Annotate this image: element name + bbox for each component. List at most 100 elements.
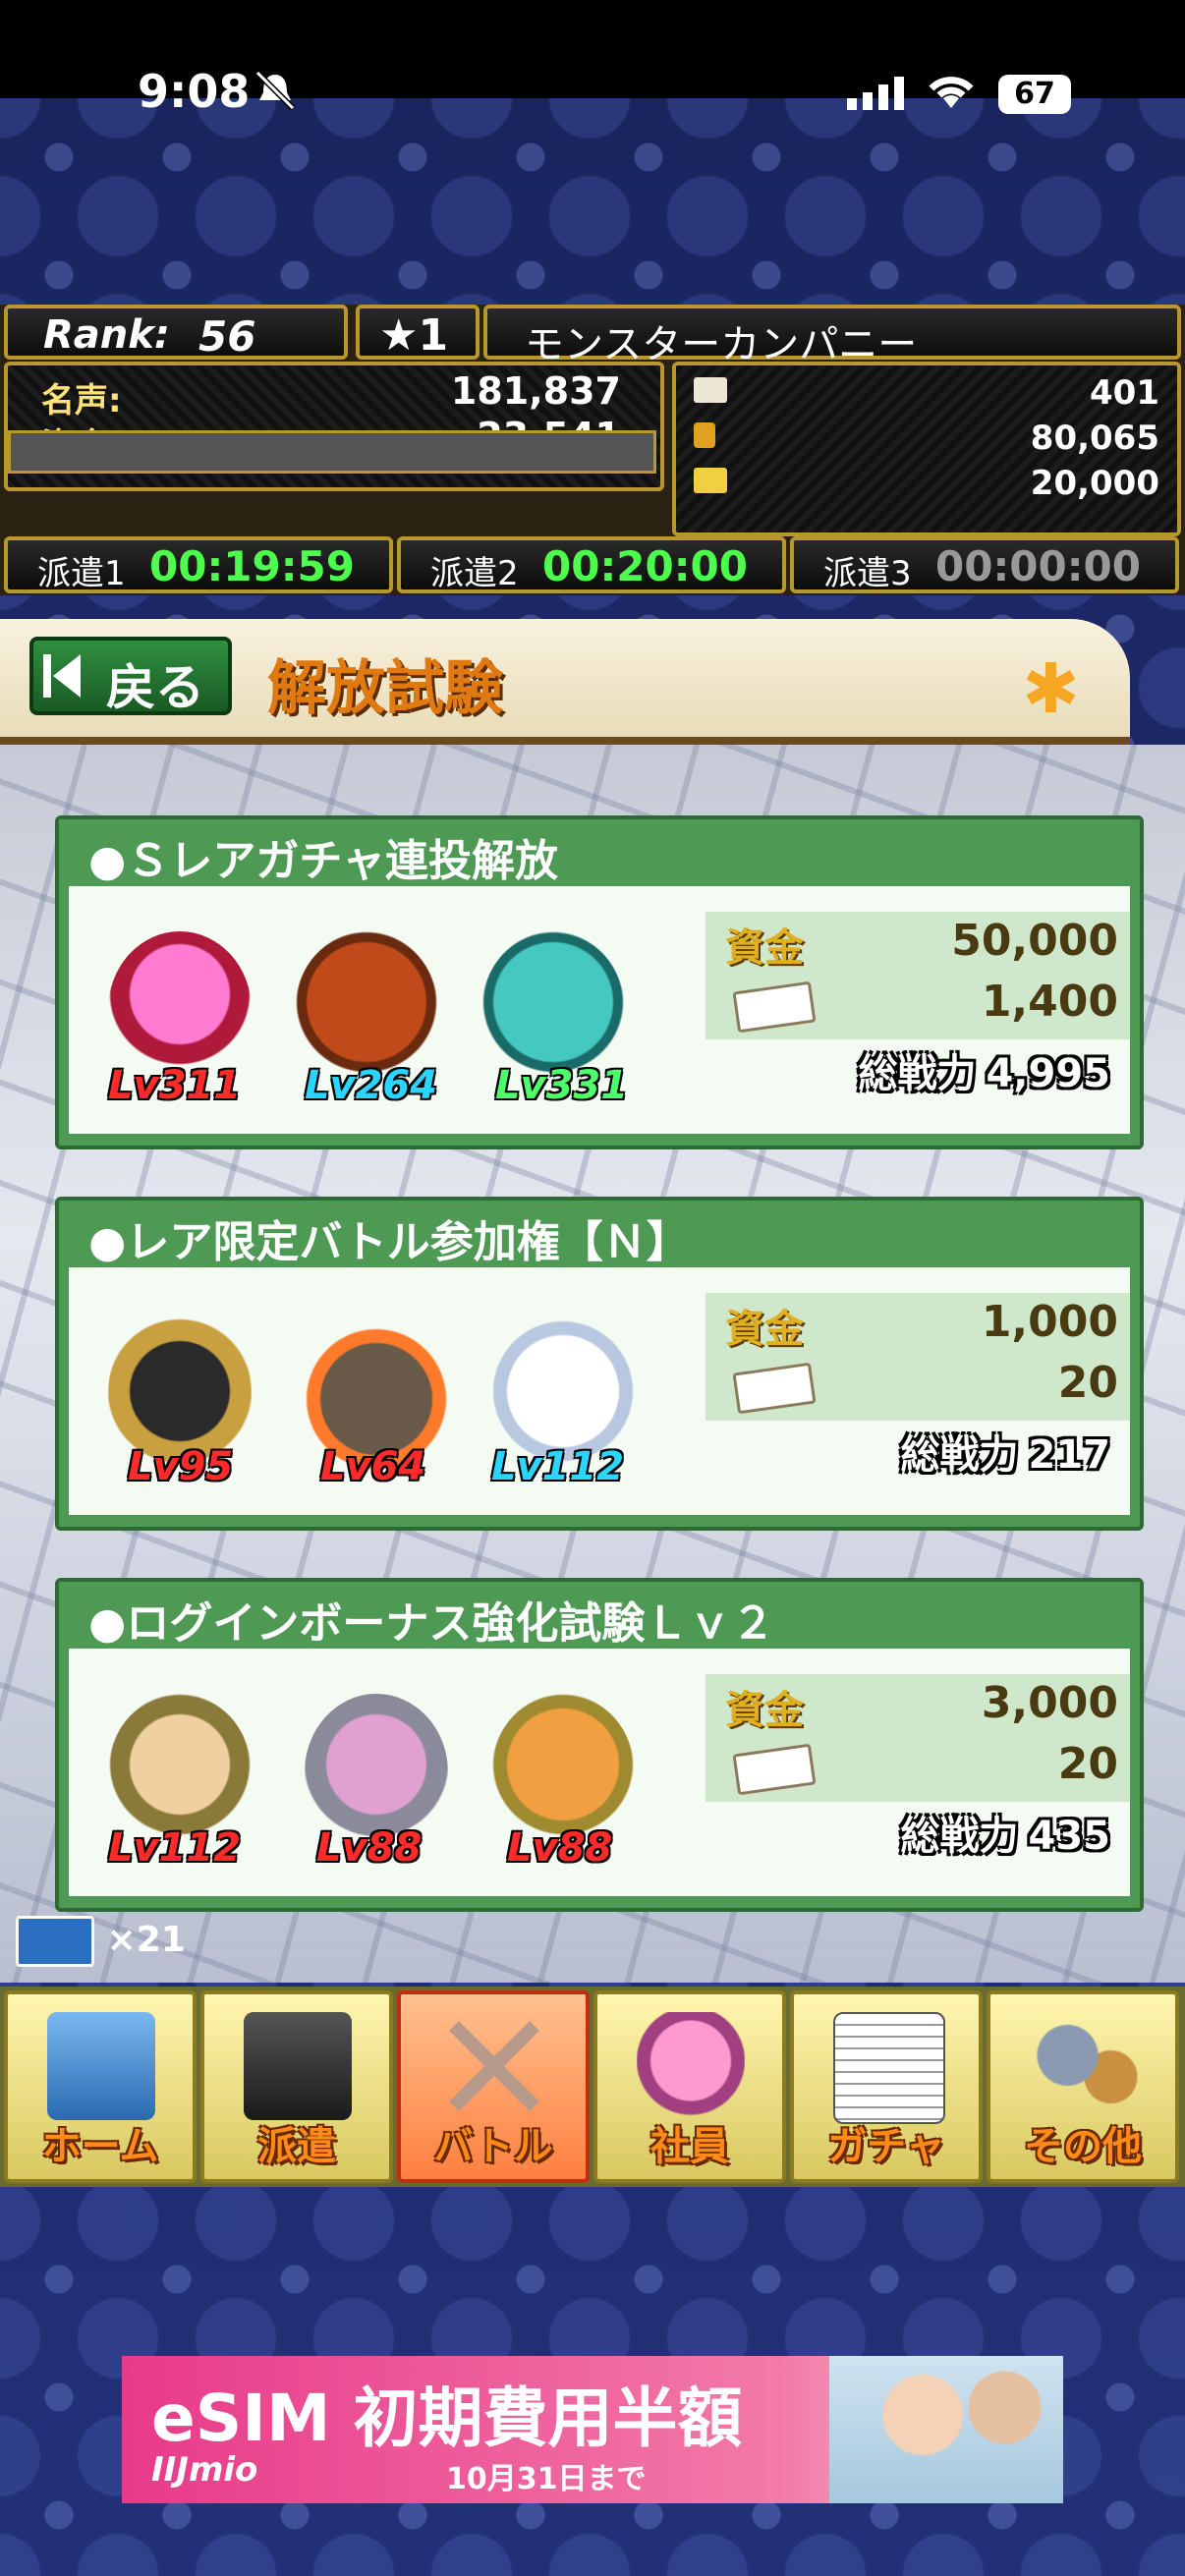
ad-banner[interactable]: eSIM 初期費用半額 IIJmio 10月31日まで xyxy=(122,2356,1063,2503)
experience-bar xyxy=(8,430,656,474)
nav-battle[interactable]: バトル xyxy=(397,1990,590,2183)
cost-funds-label: 資金 xyxy=(725,1307,804,1352)
status-time: 9:08 xyxy=(138,65,251,118)
quest-title: ●Ｓレアガチャ連投解放 xyxy=(88,836,558,886)
nav-other[interactable]: その他 xyxy=(987,1990,1179,2183)
briefcase-icon xyxy=(244,2012,352,2120)
ad-brand: IIJmio xyxy=(151,2450,258,2490)
dispatch-label: 派遣1 xyxy=(37,554,126,593)
ticket-icon xyxy=(694,377,727,403)
nav-label: 派遣 xyxy=(257,2124,336,2169)
back-arrow-icon xyxy=(53,654,81,698)
employee-icon xyxy=(637,2012,745,2120)
dispatch-timer: 00:20:00 xyxy=(542,542,748,590)
page-title: 解放試験 xyxy=(267,654,503,723)
ad-deadline: 10月31日まで xyxy=(446,2462,647,2496)
total-power-value: 435 xyxy=(1028,1814,1111,1859)
cost-funds-value: 1,000 xyxy=(981,1297,1118,1347)
ticket-icon xyxy=(732,1362,817,1415)
wifi-icon xyxy=(929,77,974,108)
quest-card[interactable]: ●Ｓレアガチャ連投解放 Lv311 Lv264 Lv331 資金 50,000 … xyxy=(55,815,1144,1149)
nav-gacha[interactable]: ガチャ xyxy=(790,1990,983,2183)
cost-ticket-value: 20 xyxy=(1057,1739,1118,1789)
total-power: 総戦力 4,995 xyxy=(858,1041,1110,1098)
dispatch-label: 派遣2 xyxy=(430,554,519,593)
dispatch-timer: 00:00:00 xyxy=(935,542,1141,590)
total-power: 総戦力 435 xyxy=(901,1804,1111,1861)
ticket-icon xyxy=(16,1916,94,1967)
ticket-icon xyxy=(732,1743,817,1796)
monster-level: Lv112 xyxy=(491,1444,625,1489)
cost-panel: 資金 1,000 20 xyxy=(705,1293,1130,1421)
monster-level: Lv88 xyxy=(507,1825,613,1871)
nav-dispatch[interactable]: 派遣 xyxy=(200,1990,393,2183)
quest-body: Lv95 Lv64 Lv112 資金 1,000 20 総戦力 217 xyxy=(69,1267,1130,1515)
company-name-box: モンスターカンパニー xyxy=(483,305,1181,367)
dispatch-timer: 00:19:59 xyxy=(149,542,355,590)
monster-level: Lv95 xyxy=(128,1444,234,1489)
ad-photo xyxy=(829,2356,1063,2503)
monster-level: Lv311 xyxy=(108,1063,242,1108)
star-rating: ★1 xyxy=(379,310,449,361)
cost-ticket-value: 1,400 xyxy=(981,977,1118,1027)
flower-icon: ✱ xyxy=(1022,648,1080,729)
dispatch-slot-3[interactable]: 派遣3 00:00:00 xyxy=(790,536,1179,593)
ticket-icon xyxy=(732,980,817,1034)
rank-value: 56 xyxy=(198,312,256,361)
ticket-count: ×21 xyxy=(16,1916,186,1975)
total-power-label: 総戦力 xyxy=(900,1814,1019,1859)
monster-level: Lv64 xyxy=(320,1444,426,1489)
cost-funds-label: 資金 xyxy=(725,1688,804,1733)
back-label: 戻る xyxy=(106,659,204,716)
ticket-resource: 401 xyxy=(1090,373,1159,413)
rank-label: Rank: xyxy=(43,312,170,358)
total-power: 総戦力 217 xyxy=(901,1423,1111,1480)
nav-label: その他 xyxy=(1024,2124,1142,2169)
quest-body: Lv311 Lv264 Lv331 資金 50,000 1,400 総戦力 4,9… xyxy=(69,886,1130,1134)
monster-level: Lv264 xyxy=(305,1063,438,1108)
cost-funds-label: 資金 xyxy=(725,925,804,971)
potion-icon xyxy=(694,422,715,448)
bottom-nav: ホーム 派遣 バトル 社員 ガチャ その他 xyxy=(0,1987,1185,2187)
dispatch-label: 派遣3 xyxy=(823,554,912,593)
quest-title: ●ログインボーナス強化試験Ｌｖ２ xyxy=(88,1598,775,1649)
star-rating-box: ★1 xyxy=(356,305,480,361)
dispatch-slot-2[interactable]: 派遣2 00:20:00 xyxy=(397,536,786,593)
dispatch-slot-1[interactable]: 派遣1 00:19:59 xyxy=(4,536,393,593)
battery-icon: 67 xyxy=(998,75,1071,114)
nav-employees[interactable]: 社員 xyxy=(593,1990,786,2183)
nav-label: 社員 xyxy=(650,2124,729,2169)
resources-box: 401 80,065 20,000 xyxy=(672,362,1181,536)
cost-panel: 資金 50,000 1,400 xyxy=(705,912,1130,1039)
nav-label: ホーム xyxy=(41,2124,159,2169)
ticket-count-value: ×21 xyxy=(106,1920,186,1960)
nav-label: バトル xyxy=(433,2124,553,2169)
cost-ticket-value: 20 xyxy=(1057,1358,1118,1408)
monster-level: Lv88 xyxy=(316,1825,423,1871)
bell-muted-icon xyxy=(254,71,296,110)
player-header: Rank: 56 ★1 モンスターカンパニー 名声: 181,837 資金: 2… xyxy=(0,305,1185,595)
page-title-bar: 戻る 解放試験 ✱ xyxy=(0,619,1130,745)
total-power-value: 217 xyxy=(1028,1432,1111,1478)
total-power-label: 総戦力 xyxy=(900,1432,1019,1478)
gold-card-icon xyxy=(694,468,727,493)
gold-resource: 20,000 xyxy=(1030,464,1159,503)
ad-headline: eSIM 初期費用半額 xyxy=(151,2380,743,2456)
quest-card[interactable]: ●ログインボーナス強化試験Ｌｖ２ Lv112 Lv88 Lv88 資金 3,00… xyxy=(55,1578,1144,1912)
gear-trophy-icon xyxy=(1030,2012,1138,2120)
document-icon xyxy=(833,2012,945,2124)
monster-level: Lv331 xyxy=(495,1063,629,1108)
quest-title: ●レア限定バトル参加権【Ｎ】 xyxy=(88,1217,690,1267)
nav-home[interactable]: ホーム xyxy=(4,1990,197,2183)
cost-funds-value: 3,000 xyxy=(981,1678,1118,1728)
total-power-value: 4,995 xyxy=(986,1051,1110,1096)
quest-card[interactable]: ●レア限定バトル参加権【Ｎ】 Lv95 Lv64 Lv112 資金 1,000 … xyxy=(55,1197,1144,1531)
quest-body: Lv112 Lv88 Lv88 資金 3,000 20 総戦力 435 xyxy=(69,1649,1130,1896)
monster-level: Lv112 xyxy=(108,1825,242,1871)
crossed-swords-icon xyxy=(449,2021,539,2111)
fame-label: 名声: xyxy=(41,381,122,420)
cost-panel: 資金 3,000 20 xyxy=(705,1674,1130,1802)
total-power-label: 総戦力 xyxy=(858,1051,977,1096)
rank-box: Rank: 56 xyxy=(4,305,348,361)
back-button[interactable]: 戻る xyxy=(29,637,232,716)
